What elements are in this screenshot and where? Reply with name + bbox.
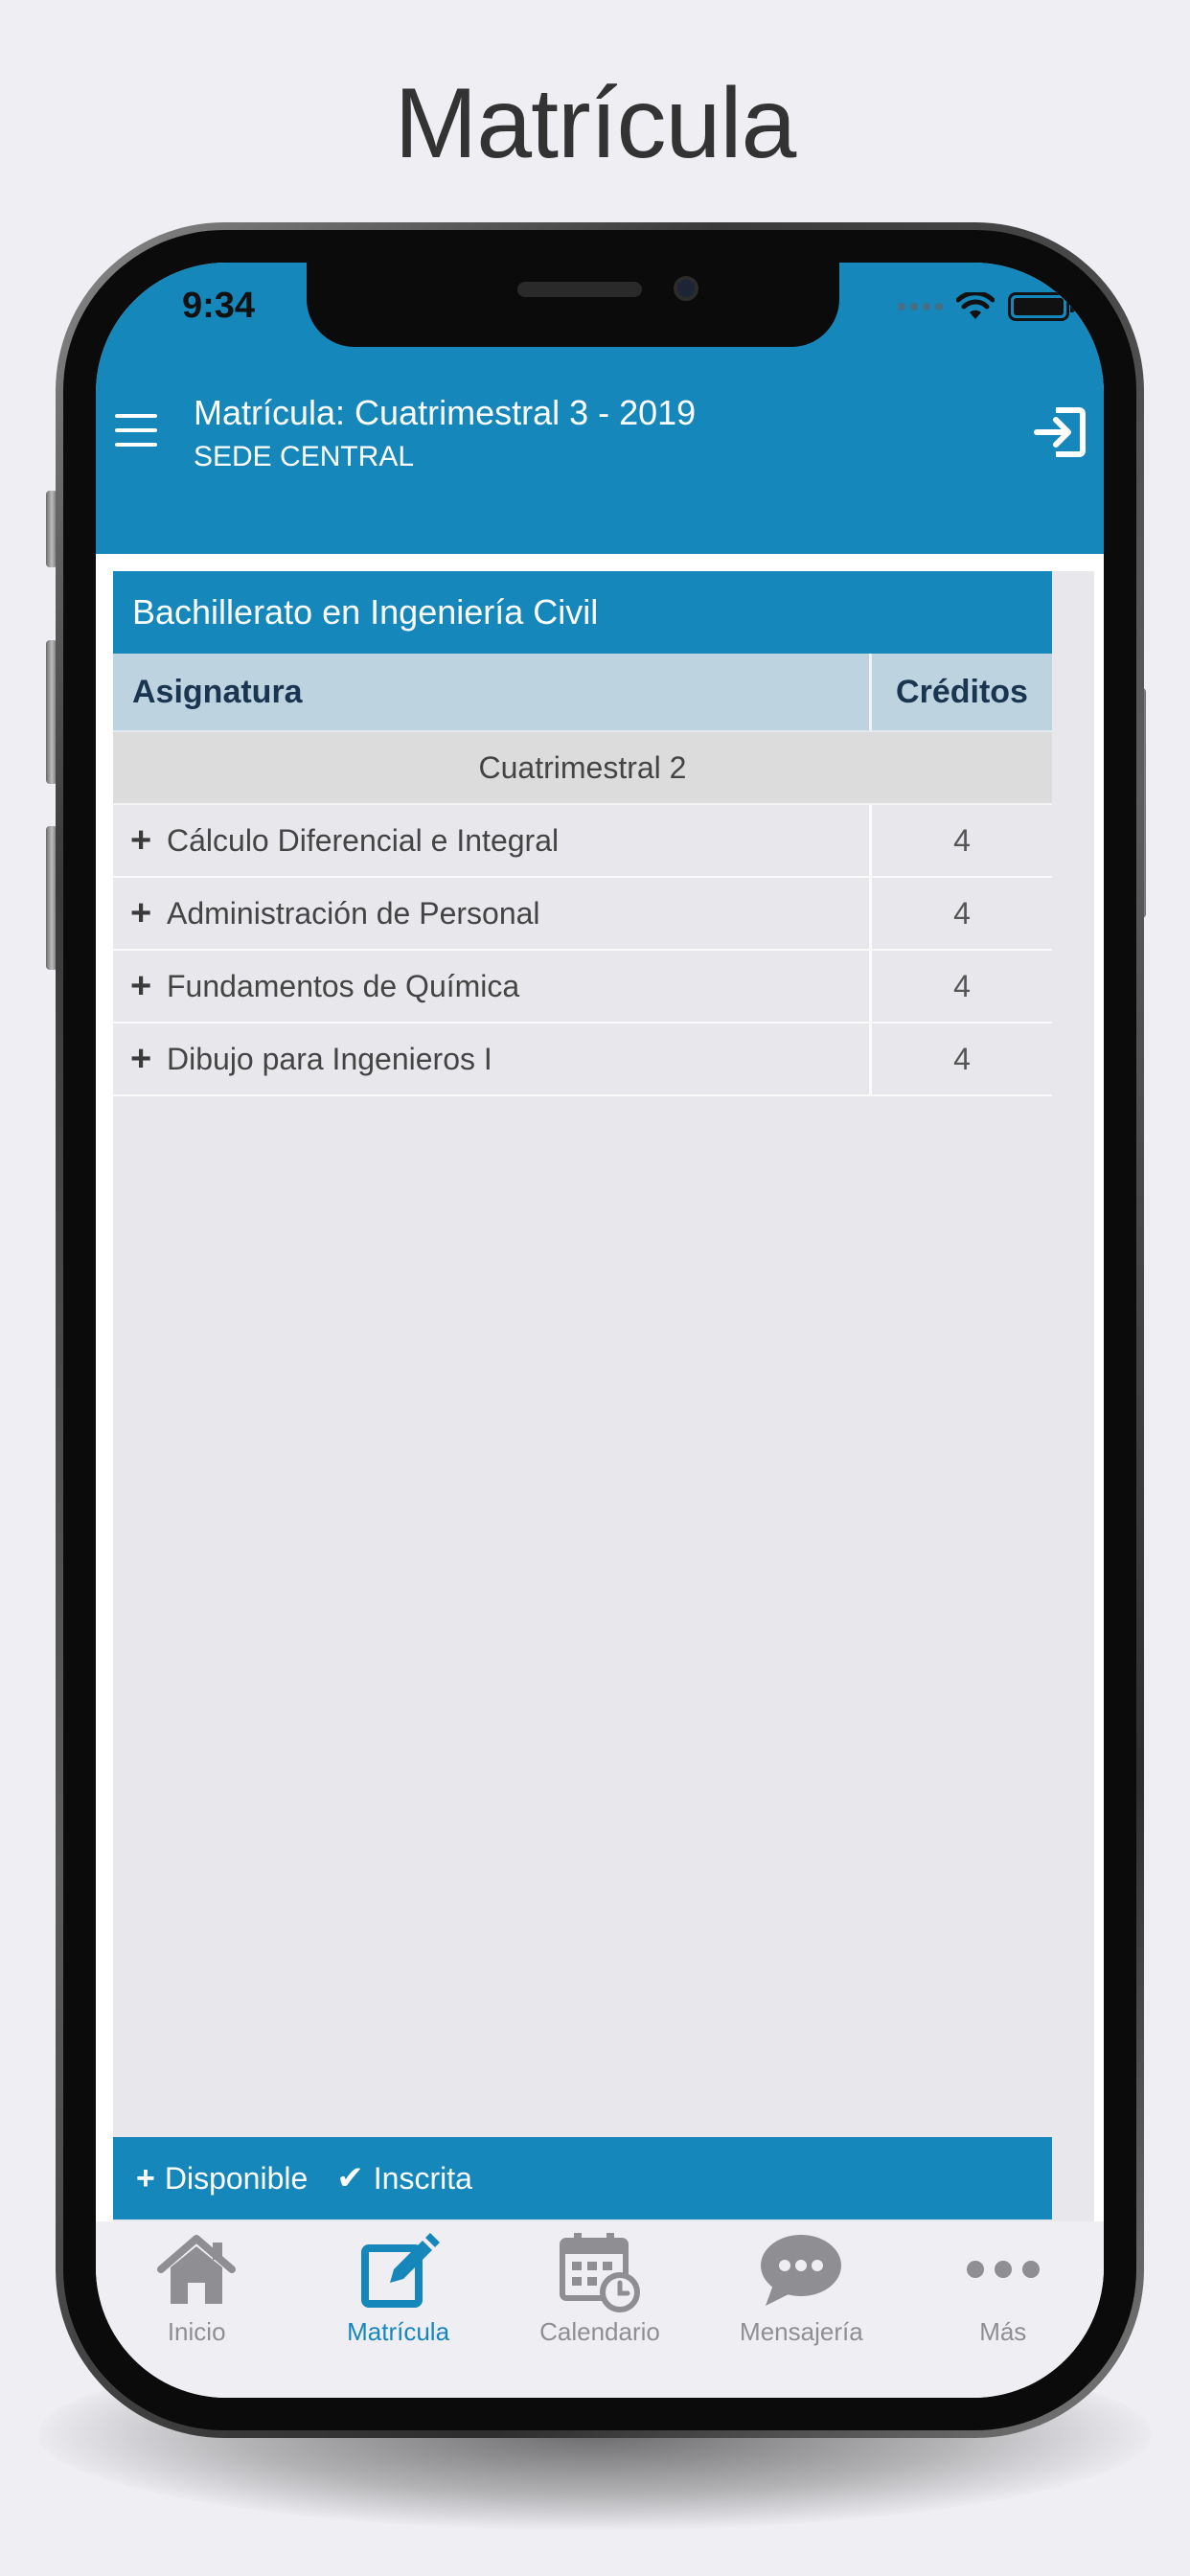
- column-header-credits: Créditos: [896, 673, 1028, 710]
- edit-icon: [360, 2233, 440, 2308]
- status-time: 9:34: [182, 286, 256, 326]
- legend-available-label: Disponible: [164, 2160, 309, 2196]
- status-icons: [898, 288, 1075, 326]
- speaker-grille: [517, 282, 642, 297]
- wifi-icon: [956, 292, 995, 319]
- tab-inicio[interactable]: Inicio: [110, 2227, 283, 2398]
- table-row[interactable]: + Fundamentos de Química 4: [113, 951, 1052, 1024]
- plus-icon: +: [136, 2159, 155, 2196]
- tab-calendario[interactable]: Calendario: [514, 2227, 686, 2398]
- credits-cell: 4: [953, 968, 971, 1003]
- legend-enrolled: ✔ Inscrita: [336, 2159, 472, 2197]
- course-cell: + Fundamentos de Química: [113, 951, 872, 1022]
- app-header: 9:34 Matrícula: Cuatrimestral 3 - 2019 S…: [96, 263, 1104, 554]
- content-top-border: [96, 554, 1104, 571]
- course-name: Cálculo Diferencial e Integral: [167, 822, 560, 858]
- notch: [307, 263, 839, 347]
- tab-inicio-label: Inicio: [167, 2317, 226, 2346]
- plus-icon: +: [130, 966, 152, 1006]
- column-header-subject: Asignatura: [113, 654, 872, 730]
- enrollment-table: Bachillerato en Ingeniería Civil Asignat…: [113, 571, 1052, 1096]
- legend-enrolled-label: Inscrita: [373, 2160, 472, 2196]
- course-cell: + Administración de Personal: [113, 878, 872, 949]
- front-camera: [674, 276, 698, 301]
- plus-icon: +: [130, 893, 152, 933]
- content-left-border: [96, 554, 113, 2221]
- more-icon: [966, 2261, 1040, 2278]
- tab-mas-label: Más: [979, 2317, 1027, 2346]
- credits-cell: 4: [953, 1041, 971, 1076]
- course-name: Administración de Personal: [167, 895, 540, 931]
- chat-icon: [761, 2235, 842, 2306]
- header-subtitle: SEDE CENTRAL: [194, 441, 415, 472]
- tab-matricula[interactable]: Matrícula: [312, 2227, 485, 2398]
- plus-icon: +: [130, 1039, 152, 1079]
- signal-icon: [898, 303, 943, 310]
- app-screen: 9:34 Matrícula: Cuatrimestral 3 - 2019 S…: [96, 263, 1104, 2398]
- header-title: Matrícula: Cuatrimestral 3 - 2019: [194, 393, 697, 432]
- tab-mensajeria-label: Mensajería: [740, 2317, 863, 2346]
- menu-icon[interactable]: [115, 414, 157, 448]
- table-row[interactable]: + Cálculo Diferencial e Integral 4: [113, 805, 1052, 878]
- group-header: Cuatrimestral 2: [113, 732, 1052, 805]
- table-header: Asignatura Créditos: [113, 654, 1052, 732]
- page-title: Matrícula: [394, 68, 797, 179]
- credits-cell: 4: [953, 822, 971, 858]
- course-name: Fundamentos de Química: [167, 968, 520, 1003]
- calendar-icon: [559, 2233, 640, 2312]
- course-cell: + Dibujo para Ingenieros I: [113, 1024, 872, 1094]
- battery-icon: [1008, 292, 1075, 321]
- check-icon: ✔: [336, 2160, 364, 2196]
- plus-icon: +: [130, 820, 152, 861]
- course-name: Dibujo para Ingenieros I: [167, 1041, 492, 1076]
- tab-calendario-label: Calendario: [539, 2317, 660, 2346]
- tab-mensajeria[interactable]: Mensajería: [715, 2227, 887, 2398]
- table-row[interactable]: + Administración de Personal 4: [113, 878, 1052, 951]
- program-title: Bachillerato en Ingeniería Civil: [113, 571, 1052, 654]
- logout-icon[interactable]: [1033, 404, 1088, 460]
- legend-available: + Disponible: [136, 2160, 308, 2197]
- phone-bezel: 9:34 Matrícula: Cuatrimestral 3 - 2019 S…: [63, 230, 1136, 2430]
- tab-matricula-label: Matrícula: [347, 2317, 450, 2346]
- credits-cell: 4: [953, 895, 971, 931]
- tab-mas[interactable]: Más: [917, 2227, 1089, 2398]
- legend-bar: + Disponible ✔ Inscrita: [113, 2137, 1052, 2220]
- tab-bar: Inicio Matrícula Calendario Mensajería M…: [96, 2221, 1104, 2398]
- home-icon: [157, 2235, 237, 2304]
- course-cell: + Cálculo Diferencial e Integral: [113, 805, 872, 876]
- phone-frame: 9:34 Matrícula: Cuatrimestral 3 - 2019 S…: [56, 222, 1144, 2438]
- content-right-border: [1094, 554, 1104, 2221]
- table-row[interactable]: + Dibujo para Ingenieros I 4: [113, 1024, 1052, 1096]
